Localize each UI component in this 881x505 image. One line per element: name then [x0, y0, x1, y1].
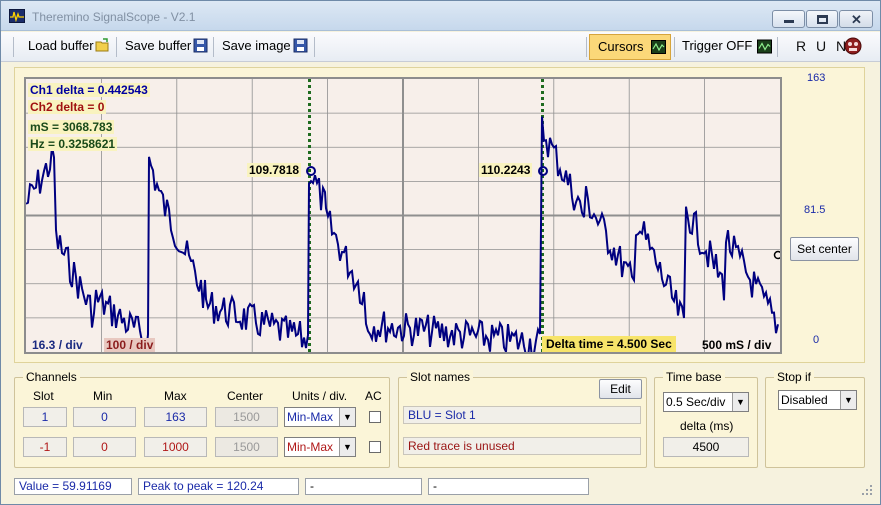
slot-names-title: Slot names: [407, 370, 474, 384]
time-scale-label: 500 mS / div: [702, 338, 772, 352]
ch2-scale-label: 100 / div: [104, 338, 156, 352]
app-waveform-icon: [9, 9, 25, 23]
status-field-4: -: [428, 478, 589, 495]
minimize-icon: [784, 20, 794, 23]
toolbar-separator: [314, 37, 315, 57]
floppy-disk-icon: [193, 38, 208, 53]
chevron-down-icon: ▼: [840, 391, 856, 409]
ch2-slot-input[interactable]: -1: [23, 437, 67, 457]
resize-grip-icon[interactable]: [861, 484, 873, 496]
ch2-max-input[interactable]: 1000: [144, 437, 207, 457]
center-header: Center: [227, 389, 264, 403]
scope-screen[interactable]: Ch1 delta = 0.442543 Ch2 delta = 0 mS = …: [24, 77, 782, 354]
chevron-down-icon: ▼: [339, 438, 355, 456]
chevron-down-icon: ▼: [732, 393, 748, 411]
trigger-toggle-button[interactable]: Trigger OFF: [678, 37, 756, 57]
toolbar-separator: [674, 37, 675, 57]
toolbar-separator: [213, 37, 214, 57]
delta-time-label: Delta time = 4.500 Sec: [542, 336, 676, 352]
cursors-toggle-button[interactable]: Cursors: [589, 34, 671, 60]
delta-ms-label: delta (ms): [680, 419, 734, 433]
slot-header: Slot: [33, 389, 54, 403]
scope-plot: [26, 79, 780, 352]
ch2-min-input[interactable]: 0: [73, 437, 136, 457]
save-buffer-label: Save buffer: [125, 38, 192, 53]
minimize-button[interactable]: [772, 10, 805, 28]
slot-name-red[interactable]: Red trace is unused: [403, 437, 641, 455]
cursors-label: Cursors: [598, 39, 644, 54]
trigger-label: Trigger OFF: [682, 38, 753, 53]
chevron-down-icon: ▼: [339, 408, 355, 426]
app-window: Theremino SignalScope - V2.1 ✕ Load buff…: [0, 0, 881, 505]
cursor2-value-label: 110.2243: [479, 163, 533, 177]
delta-ms-input[interactable]: 4500: [663, 437, 749, 457]
save-image-label: Save image: [222, 38, 291, 53]
stop-if-title: Stop if: [774, 370, 815, 384]
toolbar-separator: [777, 37, 778, 57]
ch1-center-input[interactable]: 1500: [215, 407, 278, 427]
ch2-delta-label: Ch2 delta = 0: [28, 100, 107, 114]
save-image-button[interactable]: Save image: [218, 37, 302, 57]
hz-readout: Hz = 0.3258621: [28, 137, 118, 151]
floppy-disk-icon: [293, 38, 308, 53]
ch1-units-select[interactable]: Min-Max ▼: [284, 407, 356, 427]
time-base-title: Time base: [663, 370, 725, 384]
toolbar-separator: [116, 37, 117, 57]
ch1-ac-checkbox[interactable]: [369, 411, 381, 423]
set-center-button[interactable]: Set center: [790, 237, 859, 261]
ch2-units-select[interactable]: Min-Max ▼: [284, 437, 356, 457]
ch1-units-value: Min-Max: [287, 410, 334, 424]
ac-header: AC: [365, 389, 382, 403]
ch2-center-input[interactable]: 1500: [215, 437, 278, 457]
time-base-value: 0.5 Sec/div: [666, 395, 726, 409]
load-buffer-label: Load buffer: [28, 38, 94, 53]
edit-slot-names-button[interactable]: Edit: [599, 379, 642, 399]
close-button[interactable]: ✕: [839, 10, 873, 28]
toolbar-separator: [586, 37, 587, 57]
max-header: Max: [164, 389, 187, 403]
open-folder-icon: [95, 38, 109, 52]
ch2-units-value: Min-Max: [287, 440, 334, 454]
title-bar: Theremino SignalScope - V2.1 ✕: [1, 1, 880, 31]
run-button[interactable]: R U N: [796, 38, 849, 54]
channels-title: Channels: [23, 370, 80, 384]
scope-screen-icon: [651, 40, 666, 54]
time-base-select[interactable]: 0.5 Sec/div ▼: [663, 392, 749, 412]
cursor1-value-label: 109.7818: [247, 163, 302, 177]
status-value: Value = 59.91169: [14, 478, 132, 495]
run-status-icon[interactable]: [844, 37, 862, 55]
stop-if-value: Disabled: [781, 393, 828, 407]
maximize-button[interactable]: [806, 10, 838, 28]
ch1-max-input[interactable]: 163: [144, 407, 207, 427]
ch1-min-input[interactable]: 0: [73, 407, 136, 427]
status-field-3: -: [305, 478, 422, 495]
y-axis-top-label: 163: [807, 72, 826, 84]
ch2-ac-checkbox[interactable]: [369, 441, 381, 453]
close-icon: ✕: [851, 12, 862, 27]
y-axis-bottom-label: 0: [813, 334, 820, 346]
toolbar: Load buffer Save buffer Save image Curso…: [1, 32, 880, 62]
toolbar-separator: [13, 37, 14, 57]
ch1-delta-label: Ch1 delta = 0.442543: [28, 83, 150, 97]
ch1-scale-label: 16.3 / div: [32, 338, 83, 352]
window-title: Theremino SignalScope - V2.1: [32, 10, 196, 24]
units-header: Units / div.: [292, 389, 348, 403]
status-peak-to-peak: Peak to peak = 120.24: [138, 478, 299, 495]
scope-screen-icon: [757, 39, 772, 54]
stop-if-select[interactable]: Disabled ▼: [778, 390, 857, 410]
ch1-slot-input[interactable]: 1: [23, 407, 67, 427]
maximize-icon: [817, 15, 828, 24]
min-header: Min: [93, 389, 113, 403]
ms-readout: mS = 3068.783: [28, 120, 115, 134]
slot-name-blue[interactable]: BLU = Slot 1: [403, 406, 641, 424]
y-axis-mid-label: 81.5: [804, 204, 826, 216]
